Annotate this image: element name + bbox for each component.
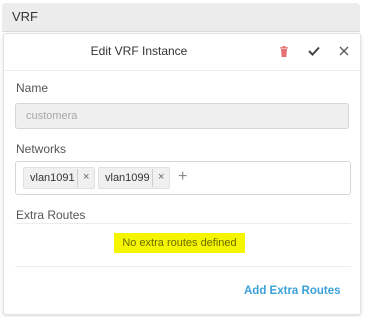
network-tag: vlan1099 × bbox=[98, 167, 170, 189]
dialog-title: Edit VRF Instance bbox=[90, 44, 188, 58]
extra-routes-label: Extra Routes bbox=[16, 208, 86, 222]
networks-label: Networks bbox=[16, 142, 67, 156]
trash-icon[interactable] bbox=[276, 43, 292, 59]
no-routes-message: No extra routes defined bbox=[114, 233, 245, 253]
remove-tag-icon[interactable]: × bbox=[158, 171, 164, 183]
panel-header: VRF bbox=[2, 3, 360, 32]
close-icon[interactable] bbox=[336, 43, 352, 59]
divider bbox=[15, 223, 351, 224]
edit-vrf-dialog: Edit VRF Instance Name customera Network… bbox=[3, 33, 361, 315]
networks-input[interactable]: vlan1091 × vlan1099 × + bbox=[15, 161, 351, 195]
name-label: Name bbox=[16, 81, 49, 95]
panel-title: VRF bbox=[12, 9, 38, 24]
divider bbox=[15, 266, 351, 267]
network-tag: vlan1091 × bbox=[23, 167, 95, 189]
remove-tag-icon[interactable]: × bbox=[83, 171, 89, 183]
vrf-panel: VRF Edit VRF Instance Name customera Net… bbox=[0, 0, 364, 316]
network-tag-label: vlan1099 bbox=[105, 172, 150, 184]
add-extra-routes-link[interactable]: Add Extra Routes bbox=[244, 285, 341, 297]
plus-icon[interactable]: + bbox=[178, 168, 187, 186]
dialog-header: Edit VRF Instance bbox=[4, 34, 360, 71]
name-field[interactable]: customera bbox=[15, 103, 349, 129]
network-tag-label: vlan1091 bbox=[30, 172, 75, 184]
checkmark-icon[interactable] bbox=[306, 43, 322, 59]
